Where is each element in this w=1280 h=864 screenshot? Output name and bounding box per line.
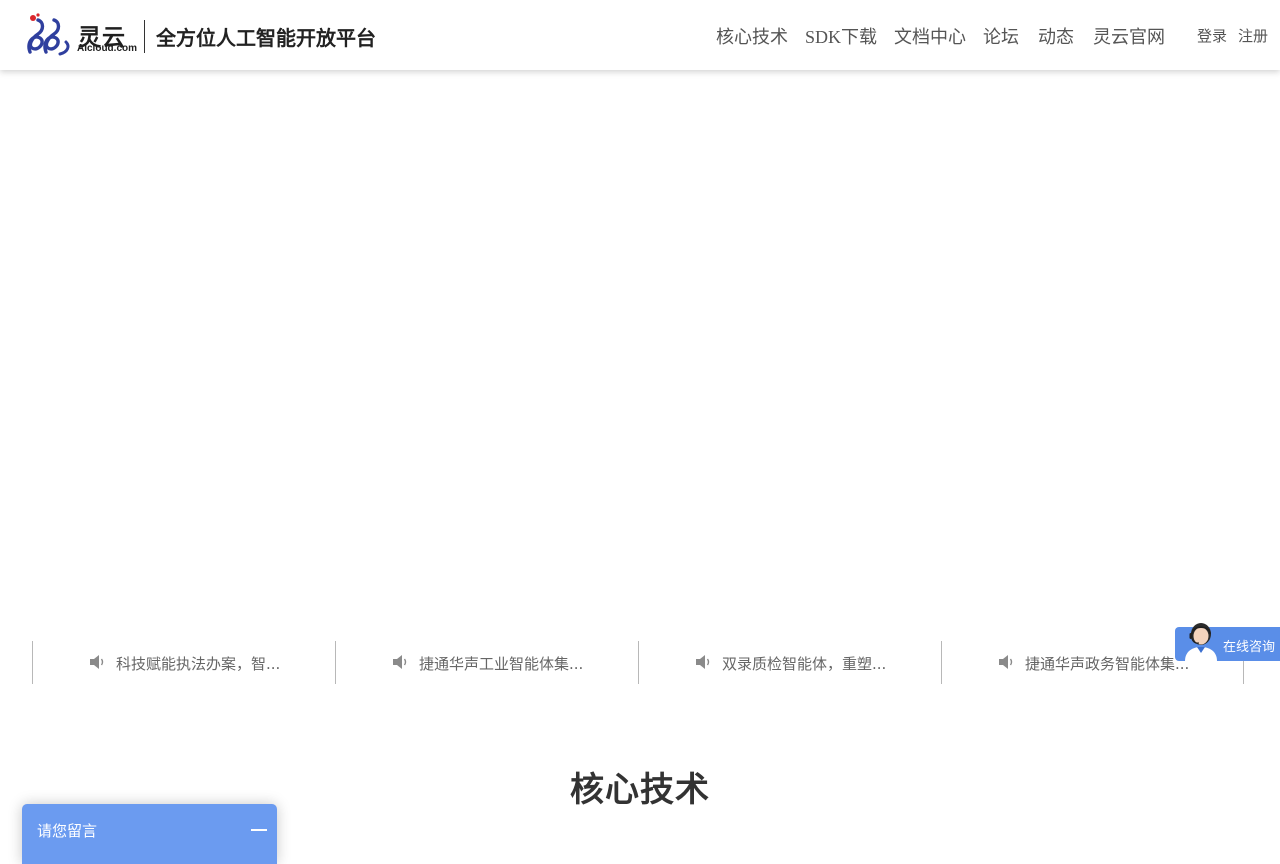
hero-banner (0, 70, 1280, 626)
minimize-icon[interactable] (248, 818, 270, 840)
lingyun-logo-icon (27, 13, 70, 56)
speaker-icon (90, 655, 104, 669)
nav-sdk-download[interactable]: SDK下载 (805, 23, 877, 49)
nav-core-tech[interactable]: 核心技术 (716, 23, 788, 49)
online-consult-button[interactable]: 在线咨询 (1175, 623, 1280, 661)
nav-docs-center[interactable]: 文档中心 (894, 23, 966, 49)
platform-title: 全方位人工智能开放平台 (156, 26, 376, 50)
news-item-text: 双录质检智能体，重塑... (722, 655, 887, 673)
news-item[interactable]: 捷通华声工业智能体集... (335, 641, 638, 684)
speaker-icon (999, 655, 1013, 669)
leave-message-label: 请您留言 (37, 822, 98, 840)
nav-forum[interactable]: 论坛 (983, 23, 1019, 49)
leave-message-widget[interactable]: 请您留言 (22, 804, 277, 864)
news-item-text: 捷通华声工业智能体集... (419, 655, 584, 673)
header-divider (144, 20, 145, 53)
logo-domain: AIcloud.com (77, 43, 138, 54)
site-logo[interactable]: 灵云 AIcloud.com (24, 12, 138, 58)
news-item[interactable]: 双录质检智能体，重塑... (638, 641, 941, 684)
customer-service-avatar-icon (1185, 623, 1217, 661)
online-consult-label: 在线咨询 (1223, 640, 1276, 655)
news-item-text: 捷通华声政务智能体集... (1025, 655, 1190, 673)
top-header: 灵云 AIcloud.com 全方位人工智能开放平台 核心技术 SDK下载 文档… (0, 0, 1280, 70)
speaker-icon (696, 655, 710, 669)
speaker-icon (393, 655, 407, 669)
login-link[interactable]: 登录 (1197, 25, 1227, 46)
nav-official-site[interactable]: 灵云官网 (1093, 23, 1165, 49)
news-item[interactable]: 科技赋能执法办案，智... (32, 641, 335, 684)
register-link[interactable]: 注册 (1238, 25, 1268, 46)
nav-news[interactable]: 动态 (1038, 23, 1074, 49)
news-ticker: 科技赋能执法办案，智... 捷通华声工业智能体集... 双录质检智能体，重塑..… (32, 641, 1245, 684)
news-item-text: 科技赋能执法办案，智... (116, 655, 281, 673)
